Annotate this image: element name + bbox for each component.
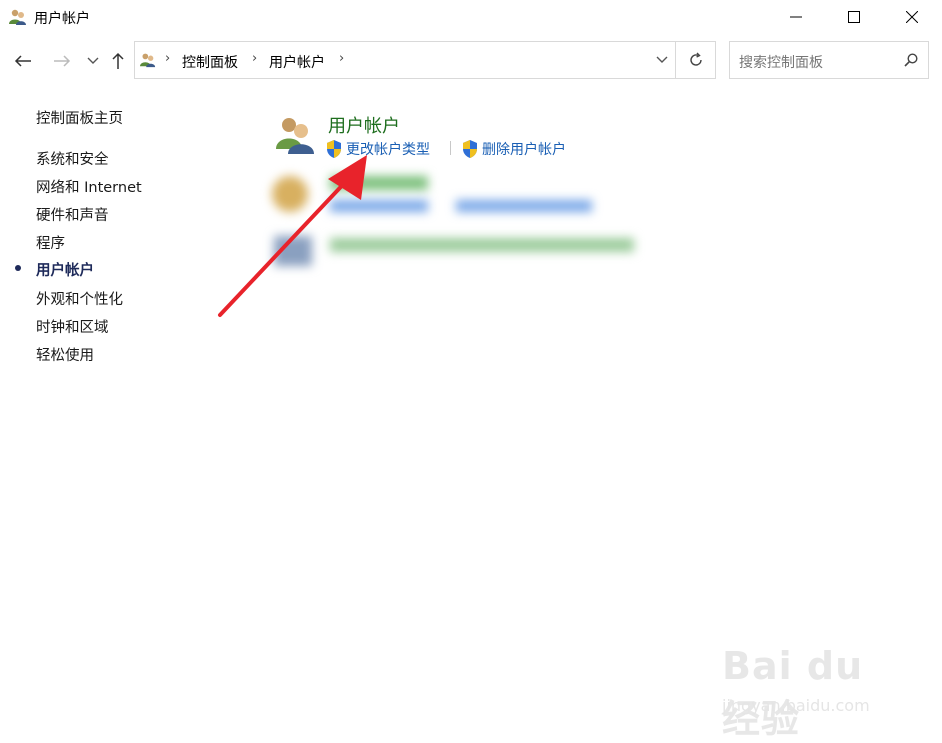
uac-shield-icon — [463, 140, 477, 158]
address-bar[interactable]: › 控制面板 › 用户帐户 › — [134, 41, 716, 79]
title-bar: 用户帐户 — [0, 0, 942, 34]
close-icon — [906, 11, 918, 23]
baidu-jingyan-watermark: Bai du 经验 jingyan.baidu.com — [720, 636, 900, 741]
window-title: 用户帐户 — [34, 11, 90, 27]
breadcrumb-chevron-icon[interactable]: › — [252, 51, 257, 66]
active-indicator — [15, 265, 21, 271]
sidebar-item-clock-region[interactable]: 时钟和区域 — [36, 316, 109, 337]
search-icon[interactable] — [904, 53, 918, 67]
minimize-icon — [790, 16, 802, 18]
users-icon — [140, 53, 156, 68]
up-arrow-icon — [112, 52, 124, 69]
delete-user-account-label: 删除用户帐户 — [482, 142, 566, 158]
sidebar-item-control-panel-home[interactable]: 控制面板主页 — [36, 107, 123, 128]
close-button[interactable] — [883, 0, 941, 34]
search-input[interactable]: 搜索控制面板 — [729, 41, 929, 79]
maximize-button[interactable] — [825, 0, 883, 34]
forward-arrow-icon — [54, 55, 71, 67]
maximize-icon — [848, 11, 860, 23]
minimize-button[interactable] — [767, 0, 825, 34]
sidebar-item-user-accounts[interactable]: 用户帐户 — [36, 259, 94, 280]
refresh-icon — [690, 52, 702, 66]
sidebar-item-programs[interactable]: 程序 — [36, 232, 65, 253]
chevron-down-icon — [656, 56, 668, 63]
sidebar-item-appearance[interactable]: 外观和个性化 — [36, 288, 123, 309]
sidebar-item-ease-of-access[interactable]: 轻松使用 — [36, 344, 94, 365]
users-icon — [9, 9, 26, 25]
sidebar-item-system-security[interactable]: 系统和安全 — [36, 148, 109, 169]
watermark-main: Bai du 经验 — [722, 644, 864, 741]
back-arrow-icon — [14, 55, 31, 67]
section-title[interactable]: 用户帐户 — [328, 112, 400, 138]
chevron-down-icon — [87, 57, 99, 64]
forward-button[interactable] — [51, 50, 73, 72]
task-separator — [450, 141, 451, 155]
breadcrumb-chevron-icon[interactable]: › — [165, 51, 170, 66]
annotation-arrow — [218, 155, 367, 317]
search-placeholder: 搜索控制面板 — [739, 55, 823, 71]
sidebar-item-network[interactable]: 网络和 Internet — [36, 176, 142, 197]
up-button[interactable] — [107, 50, 129, 72]
breadcrumb-chevron-icon[interactable]: › — [339, 51, 344, 66]
sidebar-item-hardware-sound[interactable]: 硬件和声音 — [36, 204, 109, 225]
delete-user-account-link[interactable]: 删除用户帐户 — [461, 139, 566, 159]
back-button[interactable] — [12, 50, 34, 72]
watermark-sub: jingyan.baidu.com — [722, 696, 870, 715]
breadcrumb-user-accounts[interactable]: 用户帐户 — [269, 52, 325, 72]
breadcrumb-control-panel[interactable]: 控制面板 — [182, 52, 238, 72]
recent-locations-button[interactable] — [82, 50, 104, 72]
refresh-button[interactable] — [675, 42, 716, 78]
